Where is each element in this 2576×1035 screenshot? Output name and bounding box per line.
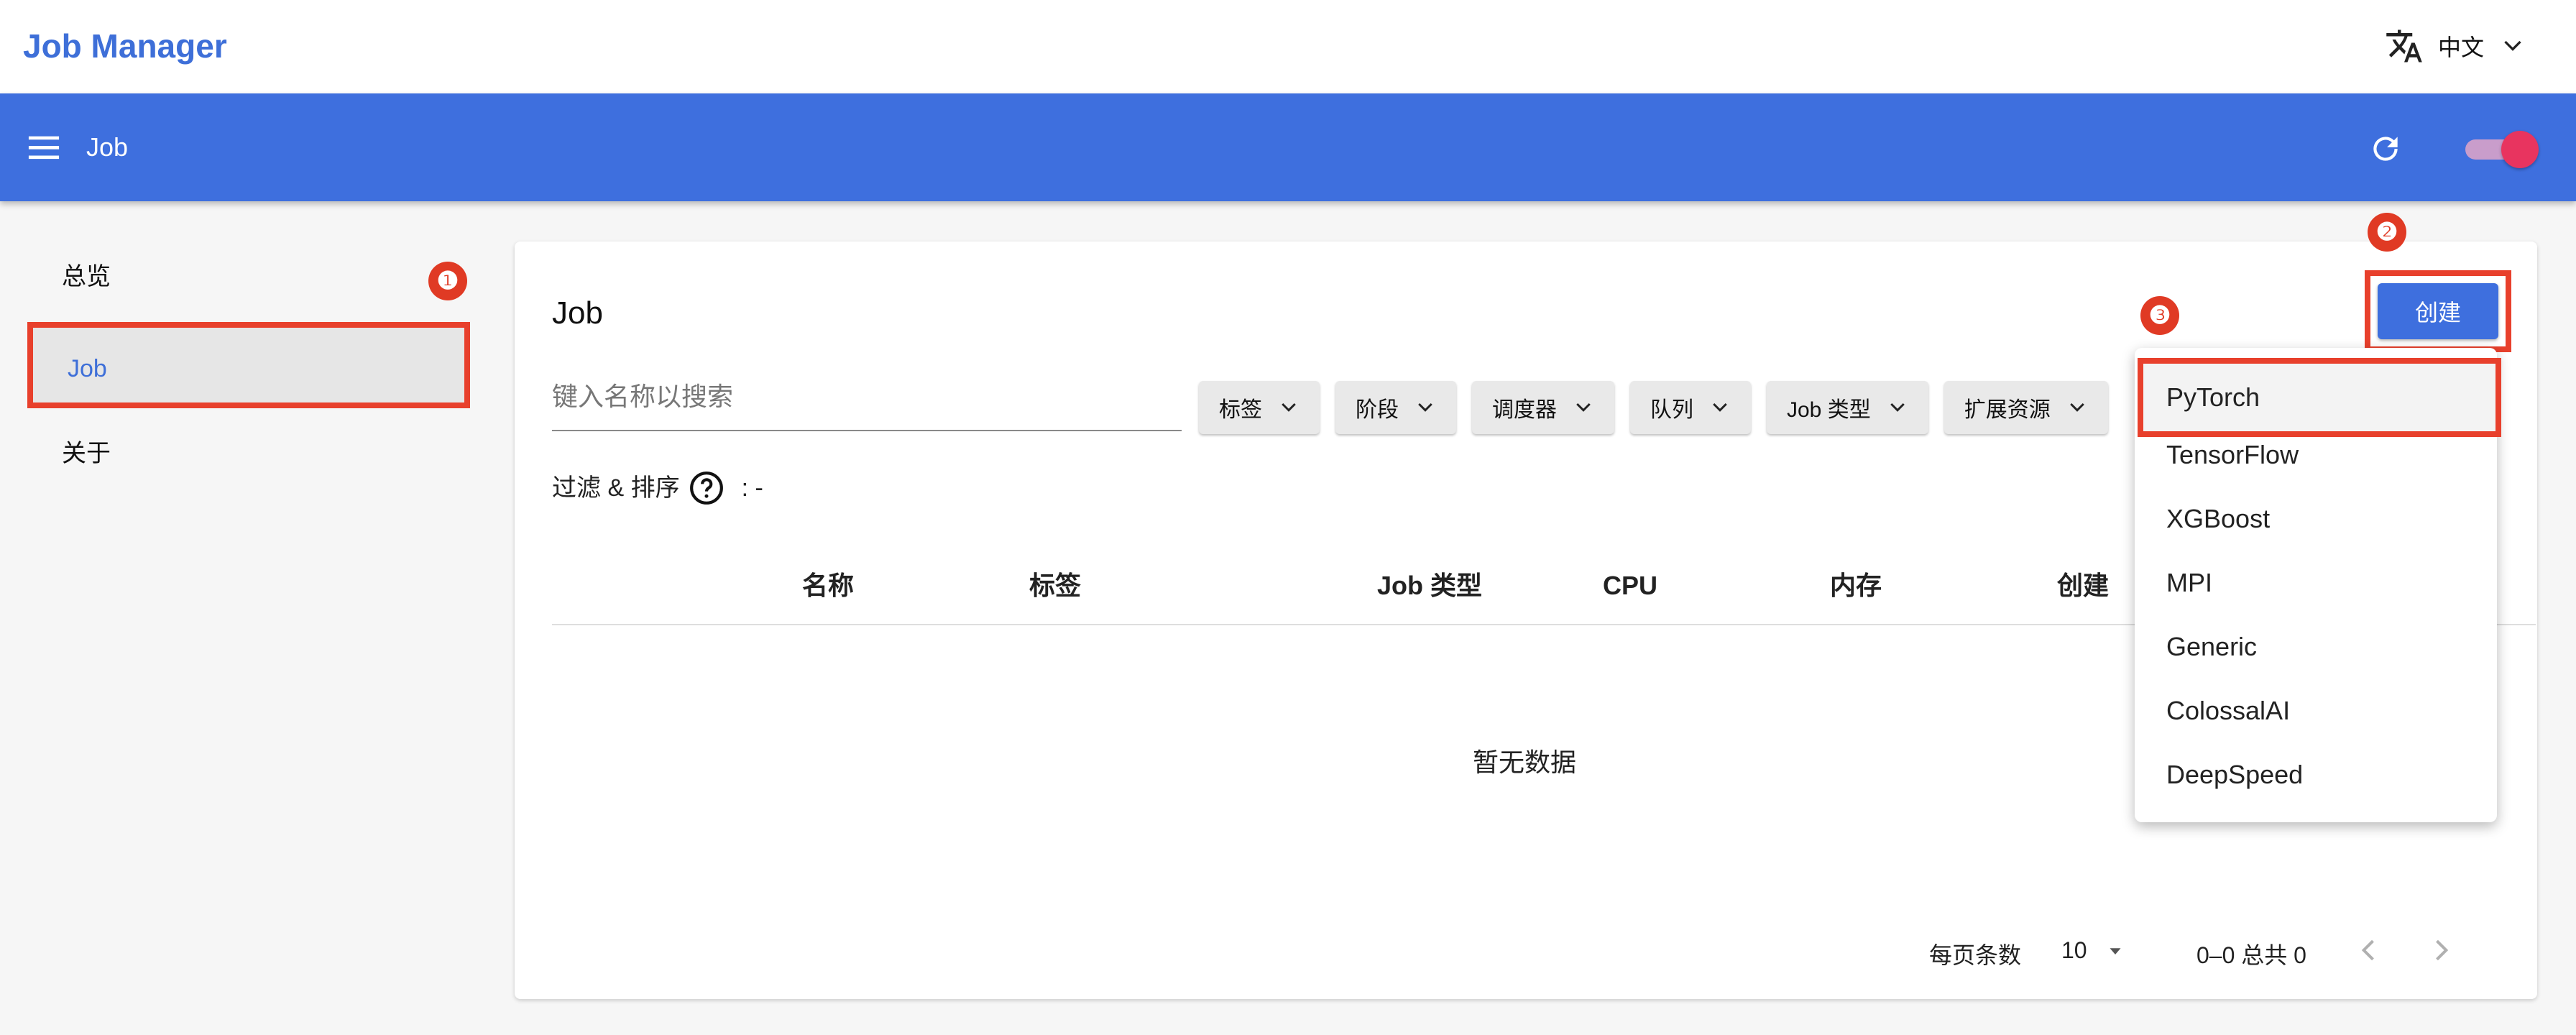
chevron-down-icon <box>1282 402 1296 412</box>
filter-extended-resources[interactable]: 扩展资源 <box>1944 381 2108 434</box>
filter-phase[interactable]: 阶段 <box>1335 381 1456 434</box>
column-header-cpu[interactable]: CPU <box>1603 568 1657 604</box>
sidebar-item-label: Job <box>68 355 107 382</box>
filter-scheduler[interactable]: 调度器 <box>1472 381 1614 434</box>
menu-icon[interactable] <box>27 133 60 162</box>
pagination: 每页条数 10 0–0 总共 0 <box>1929 932 2518 975</box>
menu-item-xgboost[interactable]: XGBoost <box>2166 501 2270 537</box>
sidebar-item-about[interactable]: 关于 <box>62 436 111 472</box>
filter-label: 队列 <box>1650 398 1693 422</box>
menu-item-generic[interactable]: Generic <box>2166 629 2257 665</box>
filter-label: 扩展资源 <box>1964 398 2051 422</box>
chevron-down-icon <box>1713 402 1727 412</box>
step-marker-3: ❸ <box>2140 296 2179 335</box>
filter-label: 阶段 <box>1356 398 1399 422</box>
chevron-down-icon <box>1418 402 1432 412</box>
app-title[interactable]: Job Manager <box>23 24 227 68</box>
filter-label: 调度器 <box>1492 398 1557 422</box>
filter-label: Job 类型 <box>1787 398 1871 422</box>
menu-item-colossalai[interactable]: ColossalAI <box>2166 693 2290 729</box>
app-bar: Job <box>0 93 2576 201</box>
create-job-menu: PyTorch TensorFlow XGBoost MPI Generic C… <box>2135 348 2501 822</box>
menu-item-mpi[interactable]: MPI <box>2166 565 2212 601</box>
rows-per-page-select[interactable]: 10 <box>2061 937 2126 964</box>
menu-item-label: PyTorch <box>2166 382 2260 412</box>
menu-item-pytorch[interactable]: PyTorch <box>2138 358 2501 437</box>
sidebar-item-job[interactable]: Job <box>27 322 470 408</box>
chevron-right-icon[interactable] <box>2425 934 2457 966</box>
filter-sort-value: : - <box>741 474 763 502</box>
menu-item-tensorflow[interactable]: TensorFlow <box>2166 437 2299 473</box>
column-header-job-type[interactable]: Job 类型 <box>1377 568 1482 604</box>
caret-down-icon <box>2110 947 2121 954</box>
refresh-icon[interactable] <box>2368 131 2404 167</box>
column-header-name[interactable]: 名称 <box>802 568 854 604</box>
help-icon[interactable] <box>689 470 724 506</box>
filter-labels[interactable]: 标签 <box>1199 381 1320 434</box>
language-label: 中文 <box>2438 34 2485 60</box>
language-switcher[interactable]: 中文 <box>2385 24 2543 68</box>
chevron-down-icon <box>2069 402 2084 412</box>
filter-queue[interactable]: 队列 <box>1630 381 1751 434</box>
column-header-memory[interactable]: 内存 <box>1830 568 1882 604</box>
toggle-thumb <box>2501 131 2539 168</box>
page-title: Job <box>552 295 603 331</box>
create-button-highlight: 创建 <box>2365 270 2511 352</box>
column-header-labels[interactable]: 标签 <box>1029 568 1081 604</box>
filter-bar: 标签 阶段 调度器 队列 Job 类型 扩展资源 <box>1199 381 2108 434</box>
filter-job-type[interactable]: Job 类型 <box>1767 381 1928 434</box>
chevron-left-icon[interactable] <box>2353 934 2385 966</box>
appbar-title: Job <box>86 132 129 162</box>
step-marker-1: ❶ <box>428 262 467 300</box>
filter-sort-summary: 过滤 & 排序 : - <box>552 470 763 506</box>
page-range-text: 0–0 总共 0 <box>2196 942 2306 968</box>
rows-per-page-value: 10 <box>2061 937 2087 963</box>
filter-sort-label: 过滤 & 排序 <box>552 474 680 502</box>
chevron-down-icon <box>1576 402 1591 412</box>
filter-label: 标签 <box>1219 398 1262 422</box>
top-header: Job Manager 中文 <box>0 0 2576 93</box>
search-box <box>552 375 1182 431</box>
chevron-down-icon <box>1890 402 1905 412</box>
rows-per-page-label: 每页条数 <box>1929 942 2022 968</box>
translate-icon <box>2386 29 2422 63</box>
sidebar: 总览 Job 关于 <box>0 201 496 1035</box>
sidebar-item-overview[interactable]: 总览 <box>62 259 111 295</box>
search-input[interactable] <box>552 375 1182 418</box>
chevron-down-icon <box>2504 40 2521 51</box>
empty-state-text: 暂无数据 <box>1473 748 1577 777</box>
column-header-created[interactable]: 创建 <box>2057 568 2109 604</box>
create-button[interactable]: 创建 <box>2378 283 2498 339</box>
theme-toggle[interactable] <box>2461 131 2540 168</box>
step-marker-2: ❷ <box>2368 213 2406 252</box>
menu-item-deepspeed[interactable]: DeepSpeed <box>2166 757 2303 793</box>
